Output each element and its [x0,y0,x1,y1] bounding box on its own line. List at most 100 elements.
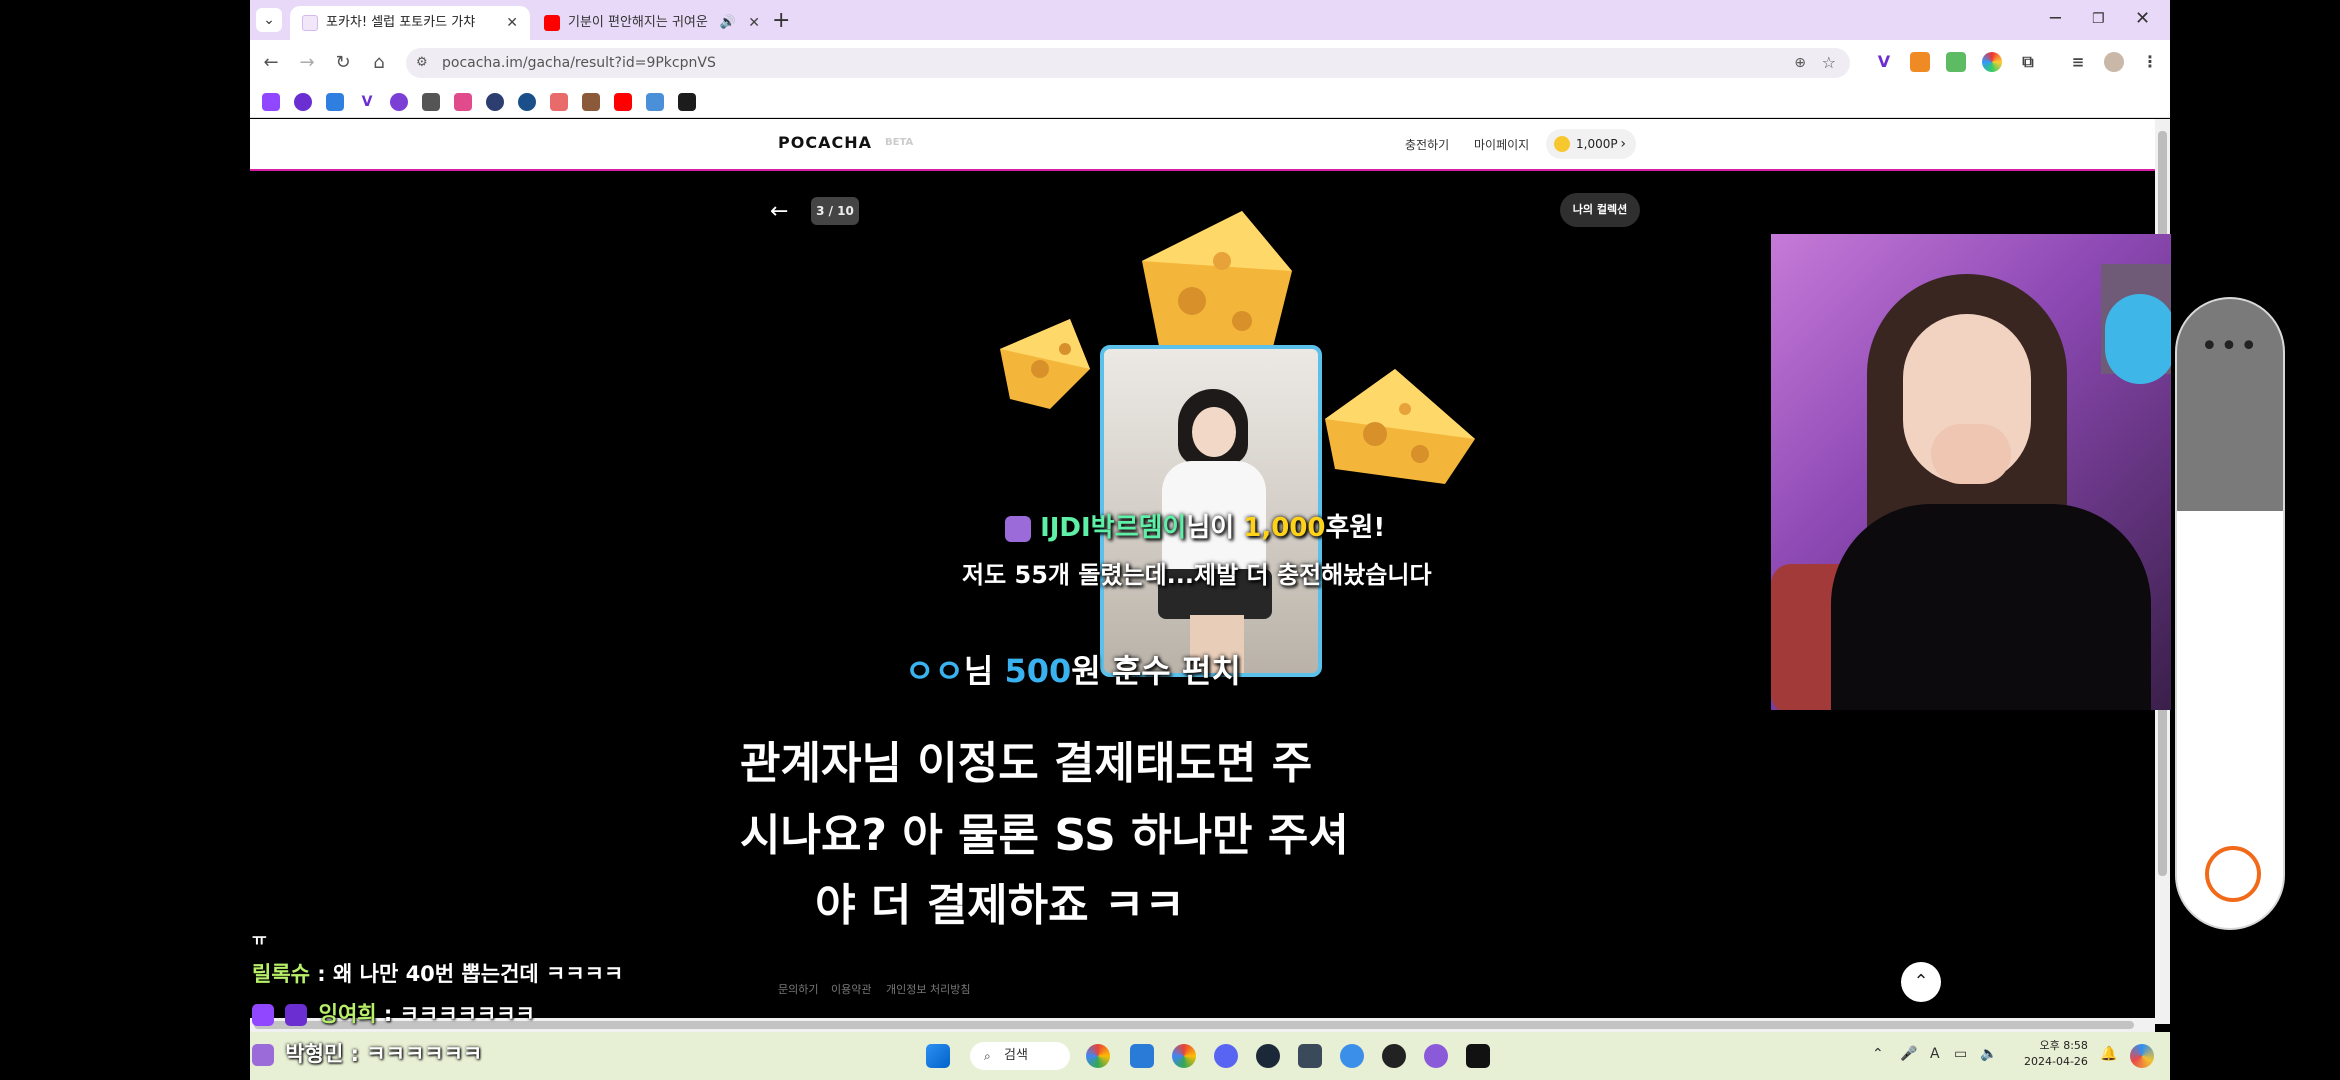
discord-icon[interactable] [1214,1044,1238,1068]
url-text: pocacha.im/gacha/result?id=9PkcpnVS [442,55,716,71]
taskbar-search[interactable]: ⌕ 검색 [970,1042,1070,1070]
microphone-icon[interactable]: 🎤 [1900,1046,1917,1062]
browser-toolbar: ← → ↻ ⌂ ⚙ pocacha.im/gacha/result?id=9Pk… [250,40,2170,86]
sub-badge-icon [252,1004,274,1026]
footer-terms-link[interactable]: 이용약관 [831,981,871,997]
plush-toy [2105,294,2171,384]
windows-start-icon[interactable] [926,1044,950,1068]
ime-icon[interactable]: A [1930,1046,1940,1062]
horizontal-scrollbar[interactable] [250,1018,2155,1032]
network-icon[interactable]: ▭ [1954,1046,1967,1062]
tab-label: 포카차! 셀럽 포토카드 가챠 [326,15,476,30]
tab-label: 기분이 편안해지는 귀여운 [568,15,708,30]
big-message-line: 관계자님 이정도 결제태도면 주 [740,738,1313,789]
steam-icon[interactable] [1256,1044,1280,1068]
more-dots-icon[interactable]: ••• [2177,329,2283,364]
mypage-link[interactable]: 마이페이지 [1474,136,1529,153]
bookmarks-bar: V [250,86,2170,118]
footer-privacy-link[interactable]: 개인정보 처리방침 [886,981,970,997]
twitch-bookmark-icon[interactable] [262,93,280,111]
tab-close-icon[interactable]: ✕ [506,6,518,40]
media-queue-icon[interactable]: ≡ [2068,52,2088,72]
youtube-favicon-icon [544,15,560,31]
home-icon[interactable]: ⌂ [366,50,392,76]
notepad-icon[interactable] [1130,1044,1154,1068]
back-icon[interactable]: ← [258,50,284,76]
donation-message: 저도 55개 돌렸는데...제발 더 충전해놨습니다 [962,561,1432,589]
extension-color-icon[interactable] [1982,52,2002,72]
youtube-bookmark-icon[interactable] [614,93,632,111]
extension-v-icon[interactable]: V [1874,52,1894,72]
donor-amount: 1,000 [1243,513,1326,543]
bookmark-app-icon[interactable] [454,93,472,111]
speaker-icon[interactable]: 🔊 [720,6,736,40]
tab-close-icon[interactable]: ✕ [748,6,760,40]
address-bar[interactable]: ⚙ pocacha.im/gacha/result?id=9PkcpnVS ⊕ … [406,48,1850,78]
chevron-right-icon: › [1620,136,1626,152]
restore-button[interactable]: ❐ [2092,4,2105,34]
floating-side-panel[interactable]: ••• [2175,297,2285,930]
app-logo-icon[interactable] [2205,846,2261,902]
donation-alert: IJDI박르뎀이님이 1,000후원! [1005,507,1385,544]
webcam-feed [1771,234,2171,710]
tab-pocacha[interactable]: 포카차! 셀럽 포토카드 가챠 ✕ [290,6,530,40]
menu-kebab-icon[interactable]: ⋮ [2140,52,2160,72]
tab-youtube[interactable]: 기분이 편안해지는 귀여운 🔊 ✕ [532,6,772,40]
bookmark-brown-icon[interactable] [582,93,600,111]
extension-green-icon[interactable] [1946,52,1966,72]
chrome-icon[interactable] [1086,1044,1110,1068]
close-window-button[interactable]: ✕ [2135,4,2150,34]
profile-avatar[interactable] [2104,52,2124,72]
bookmark-c-icon[interactable] [390,93,408,111]
dark-app-icon[interactable] [1466,1044,1490,1068]
new-tab-button[interactable]: + [772,6,790,36]
points-badge[interactable]: 1,000P › [1546,129,1636,159]
charge-link[interactable]: 충전하기 [1405,136,1449,153]
purple-app-icon[interactable] [1424,1044,1448,1068]
copilot-icon[interactable] [2130,1044,2154,1068]
chat-nick: 릴록슈 [252,962,310,986]
bookmark-steam-icon[interactable] [518,93,536,111]
pocacha-logo[interactable]: POCACHA [778,133,872,152]
bookmark-v-icon[interactable]: V [358,93,376,111]
site-info-icon[interactable]: ⚙ [416,48,428,78]
forward-icon[interactable]: → [294,50,320,76]
zoom-icon[interactable]: ⊕ [1794,48,1806,78]
obs-icon[interactable] [1382,1044,1406,1068]
minimize-button[interactable]: ─ [2050,4,2061,34]
tray-chevron-icon[interactable]: ⌃ [1872,1046,1884,1062]
cheer-alert: ㅇㅇ님 500원 훈수 펀치 [905,652,1241,690]
app-icon[interactable] [1298,1044,1322,1068]
footer-contact-link[interactable]: 문의하기 [778,981,818,997]
chat-text: : ㅋㅋㅋㅋㅋㅋ [343,1042,483,1066]
notification-bell-icon[interactable]: 🔔 [2100,1046,2117,1062]
bookmark-round-icon[interactable] [486,93,504,111]
chat-text: : ㅋㅋㅋㅋㅋㅋㅋ [376,1002,535,1026]
chat-app-icon[interactable] [1340,1044,1364,1068]
volume-icon[interactable]: 🔈 [1980,1046,1997,1062]
bookmark-star-icon[interactable]: ☆ [1822,48,1836,78]
heart-badge-icon [1005,515,1031,542]
tab-search-chevron-icon[interactable]: ⌄ [256,8,282,32]
bookmark-bird-icon[interactable] [550,93,568,111]
reload-icon[interactable]: ↻ [330,50,356,76]
tab-bar: ⌄ 포카차! 셀럽 포토카드 가챠 ✕ 기분이 편안해지는 귀여운 🔊 ✕ + … [250,0,2170,40]
card-counter: 3 / 10 [811,197,859,225]
scroll-to-top-button[interactable]: ⌃ [1901,962,1941,1002]
bookmark-link-icon[interactable] [646,93,664,111]
chrome-active-icon[interactable] [1172,1044,1196,1068]
points-value: 1,000P [1576,137,1618,151]
beta-label: BETA [885,137,914,148]
bookmark-dark-icon[interactable] [678,93,696,111]
chat-line: 박형민 : ㅋㅋㅋㅋㅋㅋ [252,1038,482,1068]
extensions-puzzle-icon[interactable]: ⧉ [2018,52,2038,72]
system-clock[interactable]: 오후 8:58 2024-04-26 [2024,1038,2088,1070]
my-collection-button[interactable]: 나의 컬렉션 [1560,193,1640,227]
bookmark-diamond-icon[interactable] [326,93,344,111]
extension-orange-icon[interactable] [1910,52,1930,72]
big-message-line: 야 더 결제하죠 ㅋㅋ [815,880,1185,931]
bookmark-mail-icon[interactable] [422,93,440,111]
site-header: POCACHA BETA 충전하기 마이페이지 1,000P › [250,119,2155,171]
bookmark-tw-icon[interactable] [294,93,312,111]
back-arrow-icon[interactable]: ← [770,199,788,224]
